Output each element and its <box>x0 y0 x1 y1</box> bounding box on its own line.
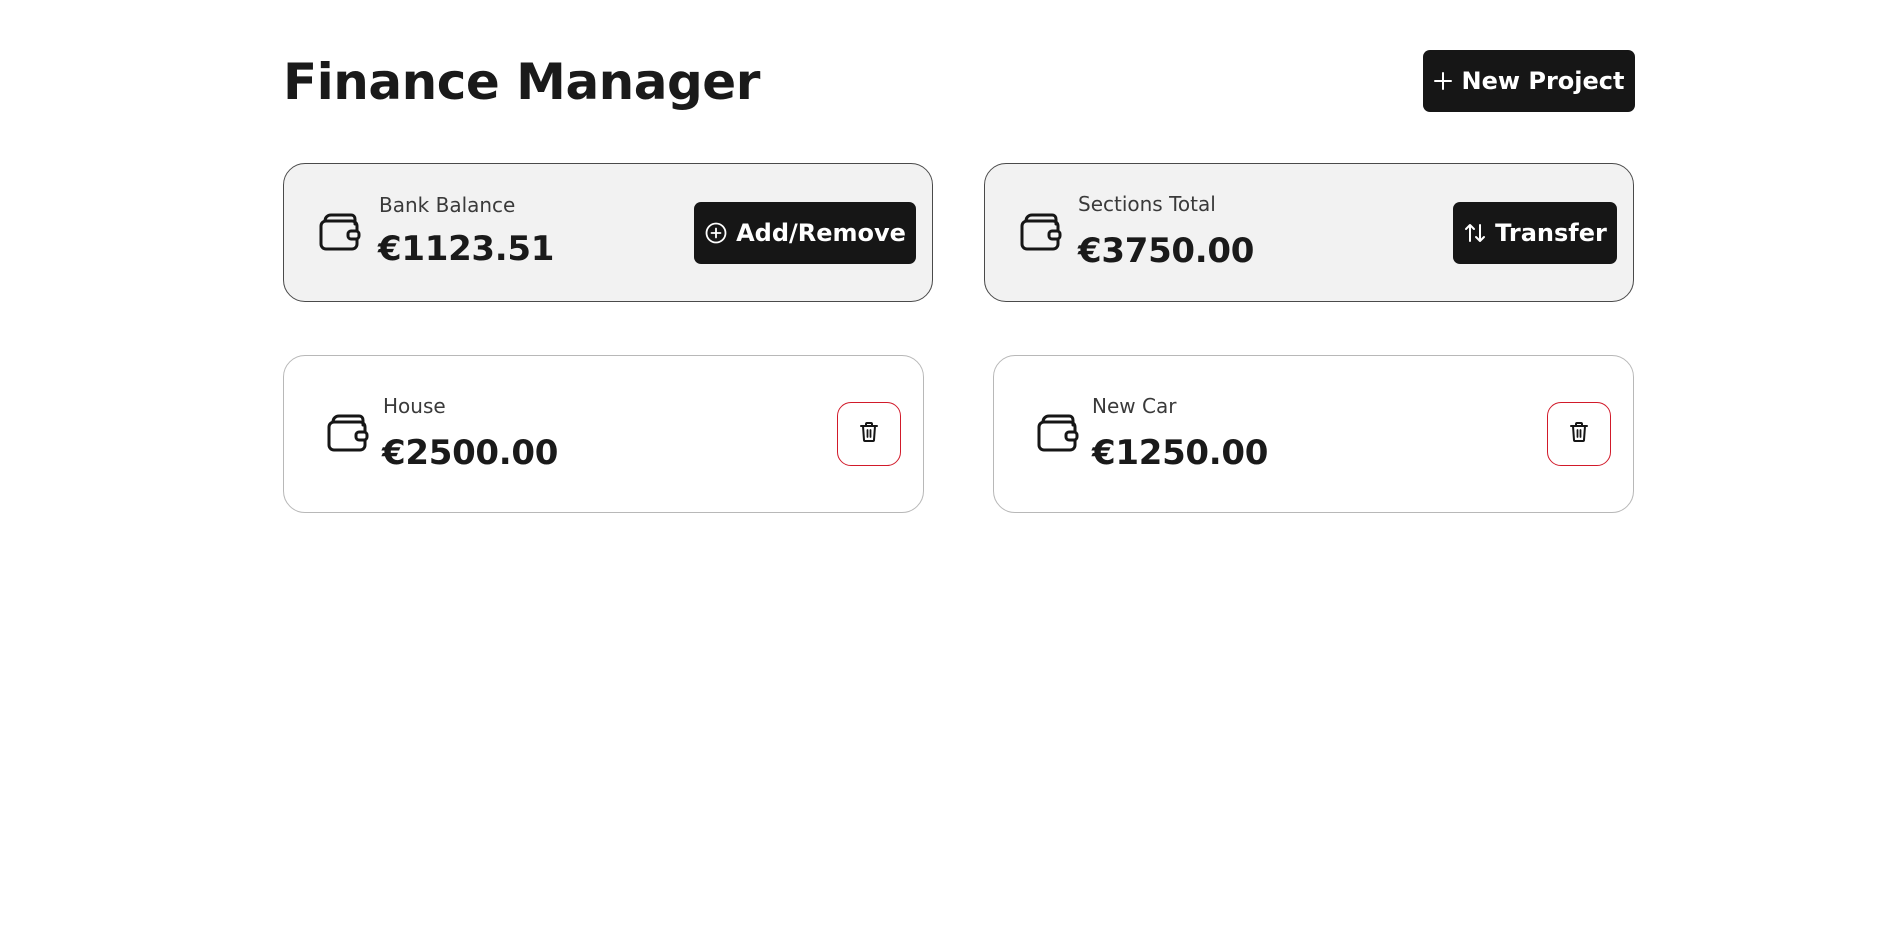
bank-balance-card: Bank Balance €1123.51 Add/Remove <box>283 163 933 302</box>
wallet-icon <box>318 210 362 254</box>
new-project-label: New Project <box>1461 67 1625 95</box>
page-title: Finance Manager <box>283 53 760 111</box>
bank-balance-value: €1123.51 <box>378 229 555 269</box>
finance-manager-page: Finance Manager New Project Bank Balance… <box>0 0 1887 932</box>
section-card-new-car[interactable]: New Car €1250.00 <box>993 355 1634 513</box>
header: Finance Manager New Project <box>283 50 1635 112</box>
trash-icon <box>859 421 879 447</box>
sections-total-value: €3750.00 <box>1078 231 1255 271</box>
section-label: New Car <box>1092 394 1177 418</box>
add-remove-label: Add/Remove <box>736 219 906 247</box>
section-value: €2500.00 <box>382 433 559 473</box>
trash-icon <box>1569 421 1589 447</box>
arrows-up-down-icon <box>1463 221 1487 245</box>
transfer-label: Transfer <box>1495 219 1607 247</box>
section-value: €1250.00 <box>1092 433 1269 473</box>
sections-total-card: Sections Total €3750.00 Transfer <box>984 163 1634 302</box>
new-project-button[interactable]: New Project <box>1423 50 1635 112</box>
wallet-icon <box>326 411 370 455</box>
add-remove-button[interactable]: Add/Remove <box>694 202 916 264</box>
section-card-house[interactable]: House €2500.00 <box>283 355 924 513</box>
plus-icon <box>1433 71 1453 91</box>
sections-total-label: Sections Total <box>1078 192 1216 216</box>
section-label: House <box>383 394 446 418</box>
transfer-button[interactable]: Transfer <box>1453 202 1617 264</box>
delete-section-button[interactable] <box>1547 402 1611 466</box>
wallet-icon <box>1019 210 1063 254</box>
wallet-icon <box>1036 411 1080 455</box>
bank-balance-label: Bank Balance <box>379 193 516 217</box>
plus-circle-icon <box>704 221 728 245</box>
delete-section-button[interactable] <box>837 402 901 466</box>
